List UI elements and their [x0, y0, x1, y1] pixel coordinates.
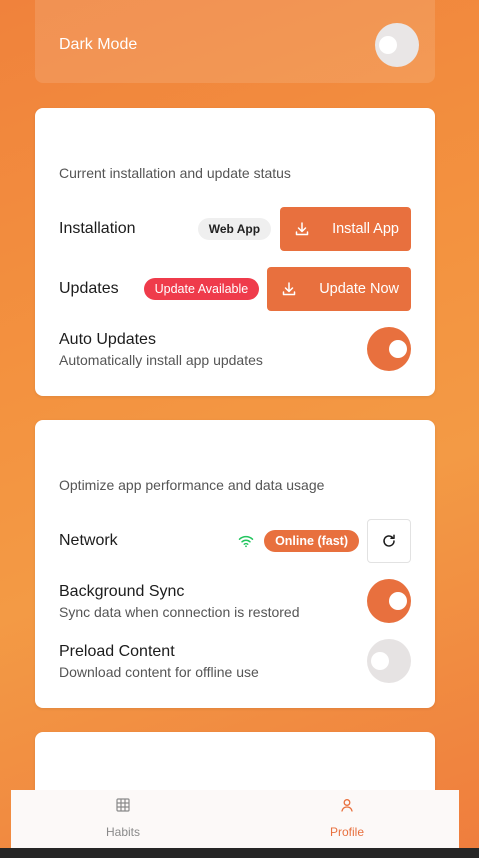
installation-row: Installation Web App Install App: [59, 207, 411, 251]
wifi-icon: [238, 535, 254, 548]
toggle-knob: [379, 36, 397, 54]
refresh-icon: [383, 534, 395, 547]
update-now-label: Update Now: [319, 281, 399, 297]
network-status-badge: Online (fast): [264, 530, 359, 552]
updates-row: Updates Update Available Update Now: [59, 267, 411, 311]
performance-card-subtitle: Optimize app performance and data usage: [59, 477, 325, 493]
preload-content-toggle[interactable]: [367, 639, 411, 683]
auto-updates-desc: Automatically install app updates: [59, 351, 263, 368]
appearance-card: Dark Mode: [35, 0, 435, 83]
performance-card: Optimize app performance and data usage …: [35, 420, 435, 708]
installation-label: Installation: [59, 220, 136, 237]
network-row: Network Online (fast): [59, 519, 411, 563]
update-now-button[interactable]: Update Now: [267, 267, 411, 311]
preload-content-label: Preload Content: [59, 642, 175, 660]
system-bar: [0, 848, 479, 858]
background-sync-row: Background Sync Sync data when connectio…: [59, 579, 411, 623]
installation-card: Current installation and update status I…: [35, 108, 435, 396]
auto-updates-toggle[interactable]: [367, 327, 411, 371]
auto-updates-row: Auto Updates Automatically install app u…: [59, 327, 411, 371]
web-app-badge: Web App: [197, 218, 272, 240]
dark-mode-row: Dark Mode: [59, 23, 419, 67]
preload-content-desc: Download content for offline use: [59, 663, 259, 680]
download-icon: [295, 222, 309, 236]
installation-card-subtitle: Current installation and update status: [59, 165, 291, 181]
grid-icon: [116, 798, 130, 812]
background-sync-label: Background Sync: [59, 582, 185, 600]
background-sync-desc: Sync data when connection is restored: [59, 603, 300, 620]
auto-updates-text: Auto Updates Automatically install app u…: [59, 331, 263, 368]
nav-item-profile[interactable]: Profile: [235, 790, 459, 848]
background-sync-toggle[interactable]: [367, 579, 411, 623]
toggle-knob: [389, 592, 407, 610]
bottom-navigation: Habits Profile: [11, 790, 459, 848]
toggle-knob: [389, 340, 407, 358]
update-available-badge: Update Available: [143, 278, 260, 300]
dark-mode-label: Dark Mode: [59, 36, 138, 53]
toggle-knob: [371, 652, 389, 670]
nav-item-habits[interactable]: Habits: [11, 790, 235, 848]
nav-habits-label: Habits: [105, 825, 140, 839]
network-label: Network: [59, 532, 118, 549]
refresh-network-button[interactable]: [367, 519, 411, 563]
user-icon: [341, 799, 353, 812]
nav-profile-label: Profile: [329, 825, 364, 839]
dark-mode-toggle[interactable]: [375, 23, 419, 67]
install-app-button[interactable]: Install App: [280, 207, 411, 251]
download-icon: [282, 282, 296, 296]
auto-updates-label: Auto Updates: [59, 330, 156, 348]
preload-content-text: Preload Content Download content for off…: [59, 643, 259, 680]
preload-content-row: Preload Content Download content for off…: [59, 639, 411, 683]
updates-label: Updates: [59, 280, 119, 297]
background-sync-text: Background Sync Sync data when connectio…: [59, 583, 299, 620]
install-app-label: Install App: [332, 221, 399, 237]
